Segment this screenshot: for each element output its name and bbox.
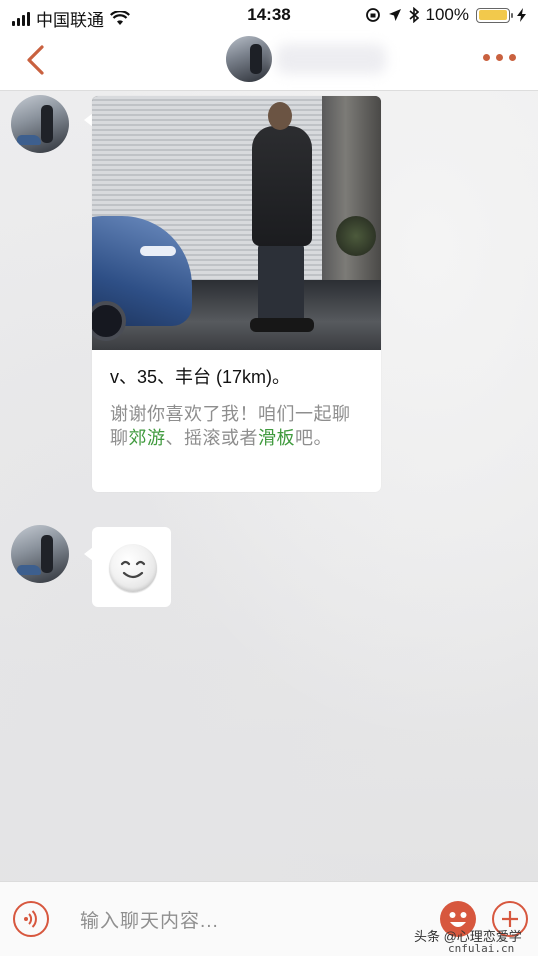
smiley-icon — [109, 544, 157, 592]
emoji-message[interactable] — [92, 527, 171, 607]
orientation-lock-icon — [365, 8, 380, 22]
contact-name-redacted — [276, 44, 386, 74]
bluetooth-icon — [408, 7, 419, 23]
watermark-url: cnfulai.cn — [448, 942, 515, 955]
avatar[interactable] — [11, 525, 69, 583]
battery-percent: 100% — [425, 5, 469, 24]
chat-header — [0, 32, 538, 91]
card-text: v、35、丰台 (17km)。 谢谢你喜欢了我！咱们一起聊聊郊游、摇滚或者滑板吧… — [110, 364, 366, 450]
topic-link-skateboard[interactable]: 滑板 — [258, 428, 295, 448]
profile-summary: v、35、丰台 (17km)。 — [110, 367, 291, 387]
message-input[interactable]: 输入聊天内容... — [80, 906, 219, 933]
voice-icon[interactable] — [13, 901, 49, 937]
profile-photo[interactable] — [92, 96, 381, 350]
profile-card[interactable]: v、35、丰台 (17km)。 谢谢你喜欢了我！咱们一起聊聊郊游、摇滚或者滑板吧… — [92, 96, 381, 492]
chevron-left-icon[interactable] — [22, 44, 52, 76]
topic-link-outing[interactable]: 郊游 — [129, 428, 166, 448]
battery-icon — [476, 7, 513, 23]
avatar[interactable] — [11, 95, 69, 153]
battery-fill — [478, 10, 507, 20]
topic-rock: 摇滚 — [184, 428, 221, 448]
greeting-text: 谢谢你喜欢了我！咱们一起聊聊郊游、摇滚或者滑板吧。 — [110, 404, 351, 448]
location-icon — [388, 9, 401, 21]
chat-area[interactable]: v、35、丰台 (17km)。 谢谢你喜欢了我！咱们一起聊聊郊游、摇滚或者滑板吧… — [0, 91, 538, 881]
more-dots-icon[interactable] — [483, 54, 516, 61]
status-bar: 中国联通 14:38 100% — [0, 0, 538, 32]
charging-icon — [517, 8, 526, 22]
status-right: 100% — [365, 5, 526, 25]
contact-avatar[interactable] — [226, 36, 272, 82]
